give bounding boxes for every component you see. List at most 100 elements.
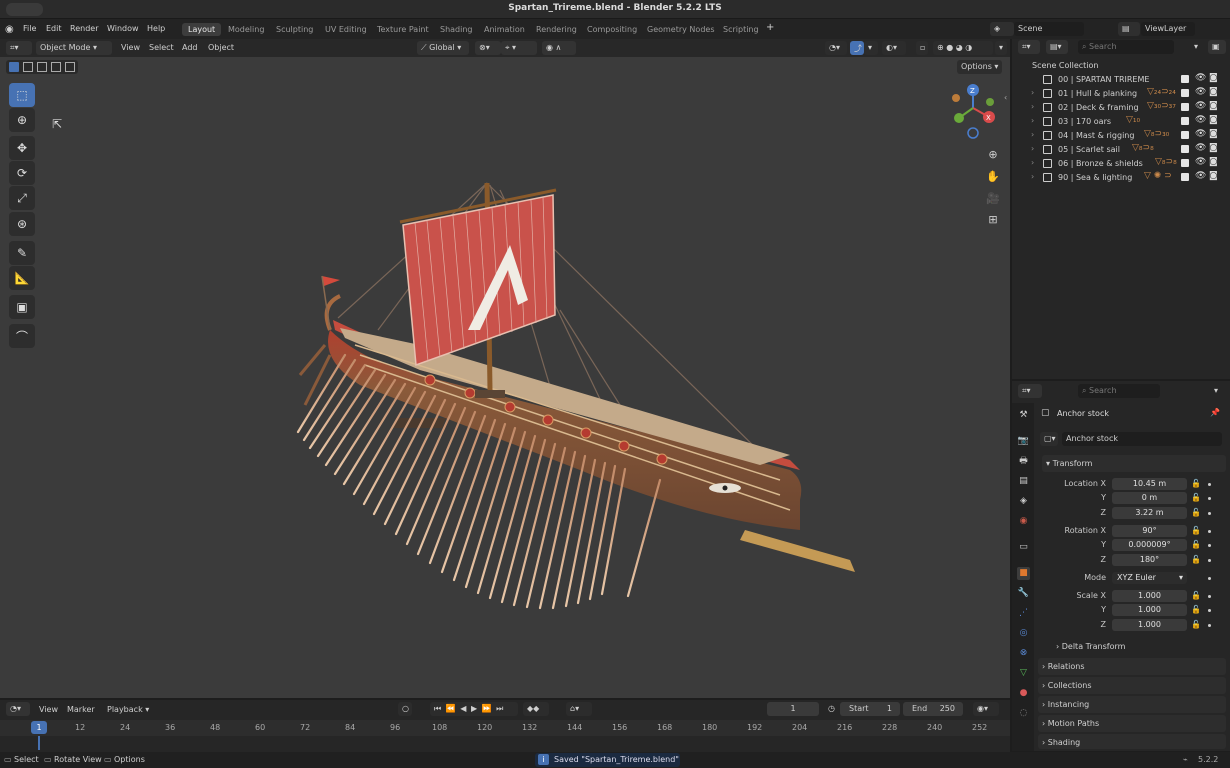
expand-arrow-icon[interactable]: › (1031, 130, 1034, 139)
constraints-tab-icon[interactable]: ⊗ (1017, 647, 1030, 660)
tab-texture-paint[interactable]: Texture Paint (371, 23, 435, 36)
texture-tab-icon[interactable]: ◌ (1017, 707, 1030, 720)
blender-logo-icon[interactable]: ◉ (5, 24, 14, 35)
rotation-mode-dropdown[interactable]: XYZ Euler ▾ (1112, 572, 1187, 584)
clock-icon[interactable]: ◷ (824, 702, 838, 716)
location-z-field[interactable]: 3.22 m (1112, 507, 1187, 519)
outliner-row-02[interactable]: › 02 | Deck & framing ▽₃₀⊃₃₇ 👁 ◙ (1012, 101, 1230, 115)
menu-help[interactable]: Help (147, 24, 165, 33)
auto-key-icon[interactable]: ⌂▾ (566, 702, 592, 716)
expand-arrow-icon[interactable]: › (1031, 88, 1034, 97)
menu-file[interactable]: File (23, 24, 36, 33)
tab-animation[interactable]: Animation (478, 23, 531, 36)
outliner-row-05[interactable]: › 05 | Scarlet sail ▽₈⊃₈ 👁 ◙ (1012, 143, 1230, 157)
scale-x-field[interactable]: 1.000 (1112, 590, 1187, 602)
playback-controls[interactable]: ⏮ ⏪ ◀ ▶ ⏩ ⏭ (430, 702, 518, 716)
rotation-z-field[interactable]: 180° (1112, 554, 1187, 566)
eye-icon[interactable]: 👁 (1195, 171, 1206, 181)
editor-type-icon[interactable]: ⌗▾ (6, 41, 32, 55)
move-icon[interactable]: ✥ (9, 136, 35, 160)
scale-y-field[interactable]: 1.000 (1112, 604, 1187, 616)
timeline-view-icon[interactable]: ◉▾ (973, 702, 999, 716)
exclude-checkbox[interactable] (1181, 145, 1189, 153)
tab-layout[interactable]: Layout (182, 23, 222, 36)
exclude-checkbox[interactable] (1181, 103, 1189, 111)
properties-search-input[interactable]: ⌕ Search (1078, 384, 1160, 398)
expand-arrow-icon[interactable]: › (1031, 116, 1034, 125)
transform-icon[interactable]: ⊛ (9, 212, 35, 236)
gizmo-icon[interactable]: ⤴ (850, 41, 864, 55)
lock-icon[interactable]: 🔓 (1191, 605, 1201, 614)
expand-arrow-icon[interactable]: › (1031, 172, 1034, 181)
scene-collection-row[interactable]: Scene Collection (1012, 59, 1230, 73)
keyframe-dot-icon[interactable] (1208, 609, 1211, 612)
lock-icon[interactable]: 🔓 (1191, 508, 1201, 517)
sidebar-toggle-icon[interactable]: ‹ (1004, 93, 1007, 102)
snap-icon[interactable]: ⌖ ▾ (501, 41, 537, 55)
properties-options-icon[interactable]: ▾ (1210, 384, 1224, 398)
eye-icon[interactable]: 👁 (1195, 73, 1206, 83)
lock-icon[interactable]: 🔓 (1191, 591, 1201, 600)
measure-icon[interactable]: 📐 (9, 266, 35, 290)
camera-view-icon[interactable]: 🎥 (984, 192, 1002, 210)
lock-icon[interactable]: 🔓 (1191, 540, 1201, 549)
lock-icon[interactable]: 🔓 (1191, 479, 1201, 488)
menu-edit[interactable]: Edit (46, 24, 62, 33)
tab-scripting[interactable]: Scripting (717, 23, 765, 36)
shading-modes[interactable]: ⊕ ● ◕ ◑ (933, 41, 993, 55)
visibility-icon[interactable]: ◔▾ (825, 41, 847, 55)
expand-arrow-icon[interactable]: › (1031, 144, 1034, 153)
shading-panel-header[interactable]: › Shading (1038, 734, 1226, 749)
relations-panel-header[interactable]: › Relations (1038, 658, 1226, 675)
menu-render[interactable]: Render (70, 24, 98, 33)
transform-panel-header[interactable]: ▾ Transform (1042, 455, 1226, 472)
outliner-row-90[interactable]: › 90 | Sea & lighting ▽ ✺ ⊃ 👁 ◙ (1012, 171, 1230, 185)
timeline-menu-view[interactable]: View (39, 705, 58, 714)
mode-dropdown[interactable]: Object Mode ▾ (36, 41, 112, 55)
timeline-menu-marker[interactable]: Marker (67, 705, 95, 714)
lock-icon[interactable]: 🔓 (1191, 526, 1201, 535)
scene-tab-icon[interactable]: ◈ (1017, 495, 1030, 508)
render-camera-icon[interactable]: ◙ (1209, 171, 1218, 181)
view-layer-tab-icon[interactable]: ▤ (1017, 475, 1030, 488)
start-frame-field[interactable]: Start 1 (840, 702, 900, 716)
xray-icon[interactable]: ▫ (916, 41, 928, 55)
physics-tab-icon[interactable]: ◎ (1017, 627, 1030, 640)
keyframe-dot-icon[interactable] (1208, 577, 1211, 580)
exclude-checkbox[interactable] (1181, 117, 1189, 125)
instancing-panel-header[interactable]: › Instancing (1038, 696, 1226, 713)
delta-transform-subpanel[interactable]: › Delta Transform (1056, 642, 1125, 651)
keyframe-dot-icon[interactable] (1208, 497, 1211, 500)
exclude-checkbox[interactable] (1181, 75, 1189, 83)
keyframe-dot-icon[interactable] (1208, 530, 1211, 533)
menu-window[interactable]: Window (107, 24, 139, 33)
outliner-search-input[interactable]: ⌕ Search (1078, 40, 1174, 54)
eye-icon[interactable]: 👁 (1195, 115, 1206, 125)
select-mode-buttons[interactable] (6, 60, 78, 74)
output-tab-icon[interactable]: 🖶 (1017, 455, 1030, 468)
eye-icon[interactable]: 👁 (1195, 129, 1206, 139)
timeline-menu-playback[interactable]: Playback ▾ (107, 705, 149, 714)
material-tab-icon[interactable]: ● (1017, 687, 1030, 700)
keyframe-dot-icon[interactable] (1208, 544, 1211, 547)
orientation-dropdown[interactable]: ⟋ Global ▾ (417, 41, 469, 55)
tab-rendering[interactable]: Rendering (530, 23, 583, 36)
keyframe-dot-icon[interactable] (1208, 595, 1211, 598)
pan-hand-icon[interactable]: ✋ (984, 170, 1002, 188)
proportional-edit-icon[interactable]: ◉ ∧ (542, 41, 576, 55)
keyframe-jump-icon[interactable]: ◆◆ (523, 702, 549, 716)
tool-tab-icon[interactable]: ⚒ (1017, 409, 1030, 422)
properties-editor-icon[interactable]: ⌗▾ (1018, 384, 1042, 398)
shading-dropdown-icon[interactable]: ▾ (995, 41, 1007, 55)
lock-icon[interactable]: 🔓 (1191, 493, 1201, 502)
timeline-editor-icon[interactable]: ◔▾ (6, 702, 30, 716)
pin-icon[interactable]: 📌 (1210, 408, 1220, 417)
data-tab-icon[interactable]: ▽ (1017, 667, 1030, 680)
outliner-row-03[interactable]: › 03 | 170 oars ▽₁₀ 👁 ◙ (1012, 115, 1230, 129)
add-workspace-icon[interactable]: + (766, 22, 774, 33)
overlay-icon[interactable]: ◐▾ (882, 41, 906, 55)
zoom-icon[interactable]: ⊕ (984, 148, 1002, 166)
outliner-row-01[interactable]: › 01 | Hull & planking ▽₂₄⊃₂₄ 👁 ◙ (1012, 87, 1230, 101)
object-browse-icon[interactable]: ▢▾ (1040, 432, 1058, 446)
menu-add[interactable]: Add (182, 43, 198, 52)
